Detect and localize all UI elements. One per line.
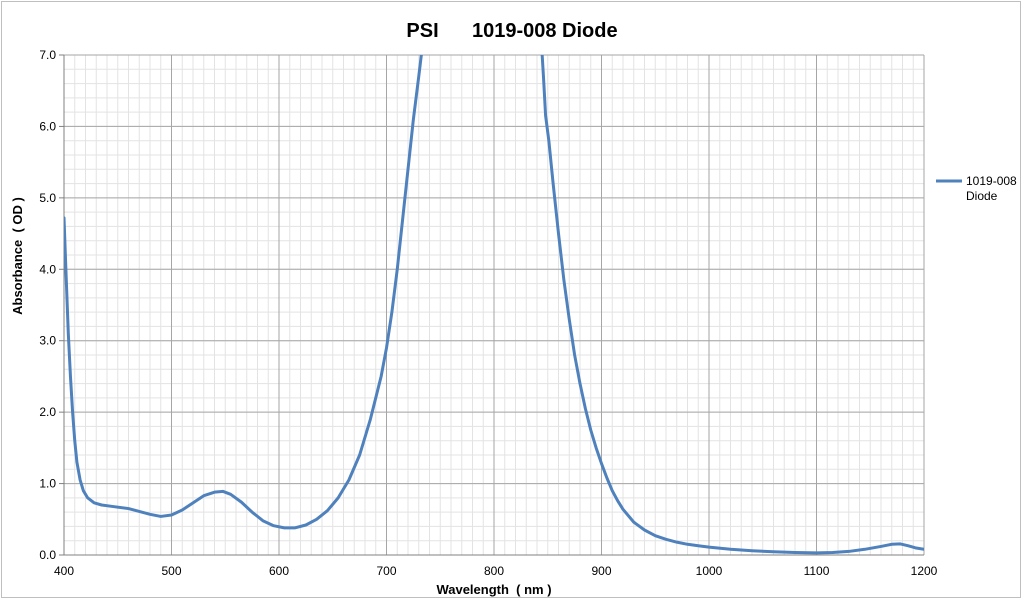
x-tick-label: 1000 xyxy=(696,564,723,578)
major-gridlines xyxy=(59,54,925,556)
y-axis-title: Absorbance ( OD ) xyxy=(10,197,25,315)
x-tick-label: 400 xyxy=(54,564,74,578)
y-tick-label: 4.0 xyxy=(39,262,56,276)
chart-title: PSI 1019-008 Diode xyxy=(406,20,617,42)
series-line-1019-008-diode xyxy=(540,55,924,555)
y-tick-label: 7.0 xyxy=(39,48,56,62)
y-tick-labels: 0.0 1.0 2.0 3.0 4.0 5.0 6.0 7.0 xyxy=(39,48,56,562)
y-tick-label: 3.0 xyxy=(39,334,56,348)
x-tick-label: 900 xyxy=(591,564,611,578)
y-tick-label: 6.0 xyxy=(39,119,56,133)
absorbance-chart: PSI 1019-008 Diode 400 500 600 700 800 900 100… xyxy=(10,20,1017,597)
y-tick-label: 1.0 xyxy=(39,477,56,491)
y-tick-label: 0.0 xyxy=(39,548,56,562)
x-tick-labels: 400 500 600 700 800 900 1000 1100 1200 xyxy=(54,564,938,578)
x-tick-label: 700 xyxy=(376,564,396,578)
x-axis-title: Wavelength ( nm ) xyxy=(436,582,551,597)
x-tick-label: 800 xyxy=(484,564,504,578)
legend: 1019-008 Diode xyxy=(936,174,1017,203)
y-tick-label: 2.0 xyxy=(39,405,56,419)
x-tick-label: 500 xyxy=(161,564,181,578)
x-tick-label: 1100 xyxy=(804,564,830,578)
y-tick-label: 5.0 xyxy=(39,191,56,205)
x-tick-label: 1200 xyxy=(911,564,938,578)
x-tick-label: 600 xyxy=(269,564,289,578)
legend-label-1019-008-diode: 1019-008 Diode xyxy=(966,174,1017,203)
